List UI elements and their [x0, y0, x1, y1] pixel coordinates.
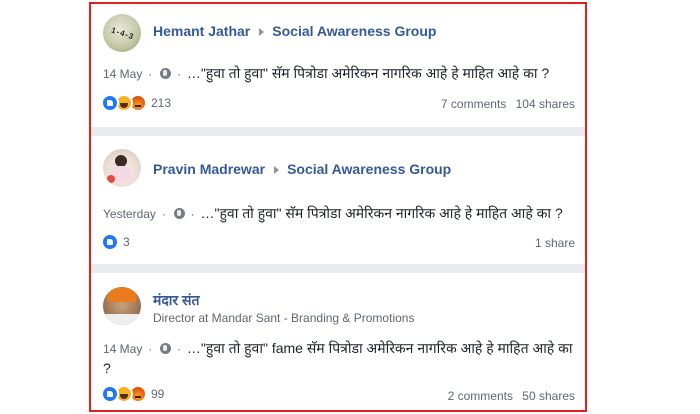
reaction-count[interactable]: 213 — [151, 96, 171, 110]
avatar-mark: 1-4-3 — [110, 25, 136, 42]
group-name-link[interactable]: Social Awareness Group — [272, 23, 436, 39]
separator: · — [148, 342, 153, 356]
post-header: Pravin Madrewar Social Awareness Group — [153, 161, 451, 177]
post-text: …"हुवा तो हुवा" सॅम पित्रोडा अमेरिकन नाग… — [200, 205, 563, 221]
separator: · — [177, 67, 182, 81]
post-text-line: Yesterday · · …"हुवा तो हुवा" सॅम पित्रो… — [103, 204, 563, 224]
group-name-link[interactable]: Social Awareness Group — [287, 161, 451, 177]
reactions-summary[interactable]: 213 — [101, 94, 171, 112]
author-name-link[interactable]: मंदार संत — [153, 292, 200, 308]
author-name-link[interactable]: Pravin Madrewar — [153, 161, 265, 177]
engagement-counts: 2 comments 50 shares — [448, 389, 575, 403]
avatar[interactable] — [103, 287, 141, 325]
separator: · — [148, 67, 153, 81]
reaction-count[interactable]: 3 — [123, 235, 130, 249]
reaction-count[interactable]: 99 — [151, 387, 164, 401]
post-date-link[interactable]: Yesterday — [103, 207, 156, 221]
feed-post: 1-4-3 Hemant Jathar Social Awareness Grou… — [91, 4, 585, 127]
like-icon — [101, 233, 119, 251]
globe-icon — [160, 343, 172, 354]
feed-post: Pravin Madrewar Social Awareness Group Ye… — [91, 136, 585, 264]
shares-link[interactable]: 50 shares — [522, 389, 575, 403]
post-text: …"हुवा तो हुवा" सॅम पित्रोडा अमेरिकन नाग… — [186, 65, 550, 81]
avatar[interactable] — [103, 149, 141, 187]
avatar-shirt — [105, 314, 139, 325]
post-date-link[interactable]: 14 May — [103, 67, 142, 81]
like-icon — [101, 385, 119, 403]
comments-link[interactable]: 2 comments — [448, 389, 513, 403]
engagement-counts: 1 share — [535, 236, 575, 250]
arrow-right-icon — [259, 27, 265, 36]
highlight-frame: 1-4-3 Hemant Jathar Social Awareness Grou… — [89, 2, 587, 412]
like-icon — [101, 94, 119, 112]
separator: · — [177, 342, 182, 356]
comments-link[interactable]: 7 comments — [441, 97, 506, 111]
shares-link[interactable]: 1 share — [535, 236, 575, 250]
author-name-link[interactable]: Hemant Jathar — [153, 23, 250, 39]
globe-icon — [173, 208, 185, 219]
shares-link[interactable]: 104 shares — [516, 97, 575, 111]
post-header: मंदार संत — [153, 291, 200, 310]
avatar-toy — [107, 175, 115, 183]
arrow-right-icon — [274, 165, 280, 174]
avatar[interactable]: 1-4-3 — [103, 14, 141, 52]
separator: · — [161, 207, 166, 221]
post-header: Hemant Jathar Social Awareness Group — [153, 23, 436, 39]
post-text-line: 14 May · · …"हुवा तो हुवा" fame सॅम पित्… — [103, 339, 579, 378]
post-text-line: 14 May · · …"हुवा तो हुवा" सॅम पित्रोडा … — [103, 64, 549, 84]
post-date-link[interactable]: 14 May — [103, 342, 142, 356]
post-text: …"हुवा तो हुवा" fame सॅम पित्रोडा अमेरिक… — [103, 340, 573, 376]
feed-post: मंदार संत Director at Mandar Sant - Bran… — [91, 273, 585, 410]
avatar-turban — [107, 287, 137, 302]
separator: · — [190, 207, 195, 221]
author-subtitle: Director at Mandar Sant - Branding & Pro… — [153, 311, 415, 325]
globe-icon — [160, 68, 172, 79]
engagement-counts: 7 comments 104 shares — [441, 97, 575, 111]
reactions-summary[interactable]: 99 — [101, 385, 164, 403]
reactions-summary[interactable]: 3 — [101, 233, 130, 251]
